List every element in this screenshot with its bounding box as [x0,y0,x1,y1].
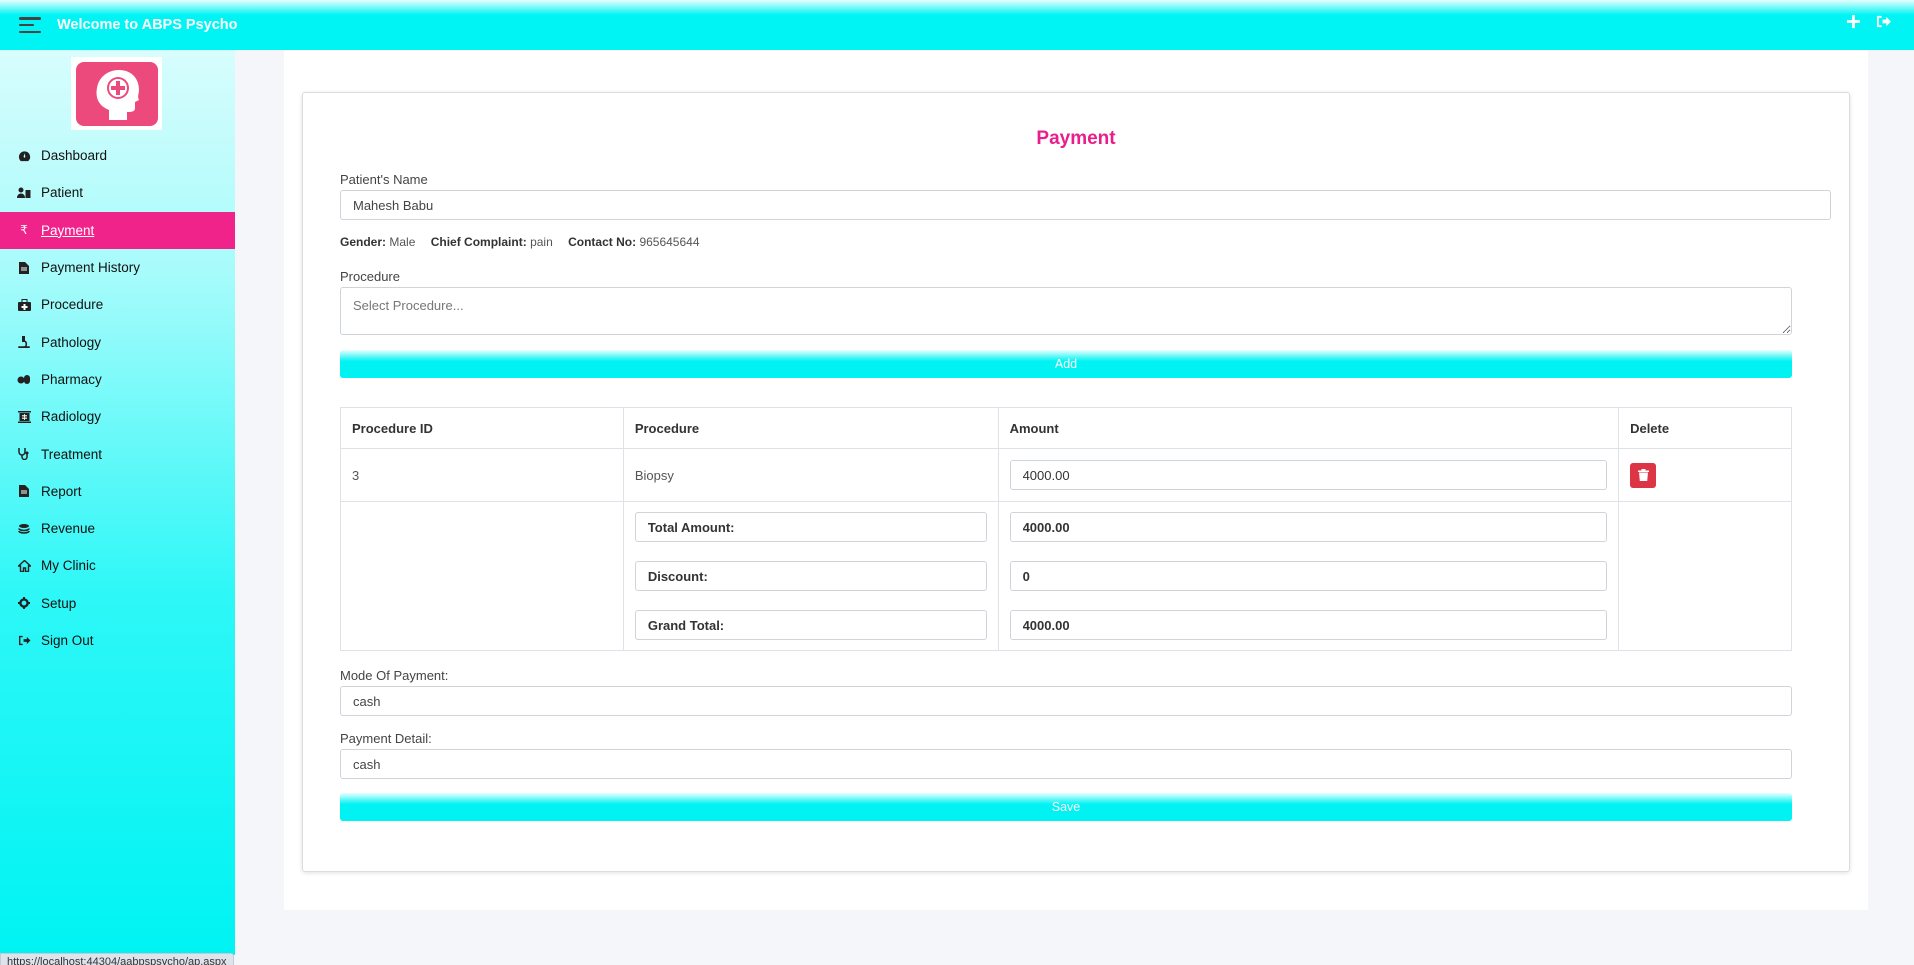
sidebar: Dashboard Patient ₹ Payment Payment Hist… [0,50,235,955]
procedure-name-cell: Biopsy [622,448,999,502]
header-amount: Amount [997,407,1620,449]
rupee-icon: ₹ [20,223,28,238]
grand-total-field[interactable] [1009,610,1608,640]
sidebar-item-report[interactable]: Report [0,473,235,510]
stethoscope-icon [17,447,31,461]
add-button[interactable]: Add [340,350,1792,378]
menu-toggle-icon[interactable] [19,17,41,33]
procedure-table: Procedure ID Procedure Amount Delete 3 B… [340,407,1792,651]
total-amount-field[interactable] [1009,512,1608,542]
sidebar-item-dashboard[interactable]: Dashboard [0,137,235,174]
status-bar-url: https://localhost:44304/aabpspsycho/ap.a… [0,953,234,965]
discount-field[interactable] [1009,561,1608,591]
sidebar-item-revenue[interactable]: Revenue [0,510,235,547]
header-delete: Delete [1618,407,1792,449]
page-title: Payment [1036,128,1116,149]
logo [71,57,162,130]
table-row: 3 Biopsy [340,448,1792,502]
delete-button[interactable] [1630,462,1657,488]
chief-complaint-label: Chief Complaint: [430,235,527,249]
totals-values-cell [997,501,1620,651]
discount-label [634,561,987,591]
payment-detail-field[interactable] [340,749,1792,779]
head-cross-logo-icon [75,61,158,126]
grand-total-label [634,610,987,640]
plus-icon[interactable] [1846,14,1861,29]
delete-cell [1618,448,1792,502]
procedure-select[interactable] [340,287,1792,335]
contact-value: 965645644 [639,235,700,249]
sign-out-icon [17,634,31,648]
sidebar-item-setup[interactable]: Setup [0,585,235,622]
gender-label: Gender: [340,235,387,249]
sidebar-item-pathology[interactable]: Pathology [0,323,235,360]
header-procedure: Procedure [622,407,999,449]
totals-row [340,501,1792,651]
microscope-icon [17,335,31,349]
top-actions [1846,14,1892,29]
total-amount-label [634,512,987,542]
sidebar-nav: Dashboard Patient ₹ Payment Payment Hist… [0,137,235,659]
chief-complaint-value: pain [530,235,553,249]
top-bar: Welcome to ABPS Psycho [0,0,1914,50]
coins-icon [17,522,31,536]
home-icon [17,559,31,573]
sidebar-item-sign-out[interactable]: Sign Out [0,622,235,659]
app-title: Welcome to ABPS Psycho [57,17,238,33]
sidebar-item-payment-history[interactable]: Payment History [0,249,235,286]
amount-input[interactable] [1009,460,1608,490]
procedure-id-cell: 3 [340,448,624,502]
payment-detail-label: Payment Detail: [340,731,432,746]
sidebar-item-pharmacy[interactable]: Pharmacy [0,361,235,398]
patient-icon [17,186,31,200]
save-button[interactable]: Save [340,793,1792,821]
sidebar-item-treatment[interactable]: Treatment [0,435,235,472]
patient-name-label: Patient's Name [340,172,428,187]
mode-of-payment-field[interactable] [340,686,1792,716]
table-header-row: Procedure ID Procedure Amount Delete [340,407,1792,449]
trash-icon [1637,469,1649,481]
sidebar-item-procedure[interactable]: Procedure [0,286,235,323]
sidebar-item-my-clinic[interactable]: My Clinic [0,547,235,584]
sidebar-item-patient[interactable]: Patient [0,174,235,211]
xray-icon [17,410,31,424]
sidebar-item-payment[interactable]: ₹ Payment [0,211,235,249]
patient-info: Gender: Male Chief Complaint: pain Conta… [340,235,700,249]
medkit-icon [17,298,31,312]
contact-label: Contact No: [568,235,637,249]
gear-icon [17,596,31,610]
header-procedure-id: Procedure ID [340,407,624,449]
pills-icon [17,372,31,386]
gender-value: Male [389,235,416,249]
patient-name-field[interactable] [340,190,1831,220]
totals-labels-cell [622,501,999,651]
sidebar-item-radiology[interactable]: Radiology [0,398,235,435]
amount-cell [997,448,1620,502]
sign-out-icon[interactable] [1875,14,1892,29]
procedure-label: Procedure [340,269,400,284]
mode-of-payment-label: Mode Of Payment: [340,668,449,683]
file-icon [17,261,31,275]
file-icon [17,484,31,498]
totals-empty-cell-right [1618,501,1792,651]
dashboard-icon [17,149,31,163]
totals-empty-cell [340,501,624,651]
